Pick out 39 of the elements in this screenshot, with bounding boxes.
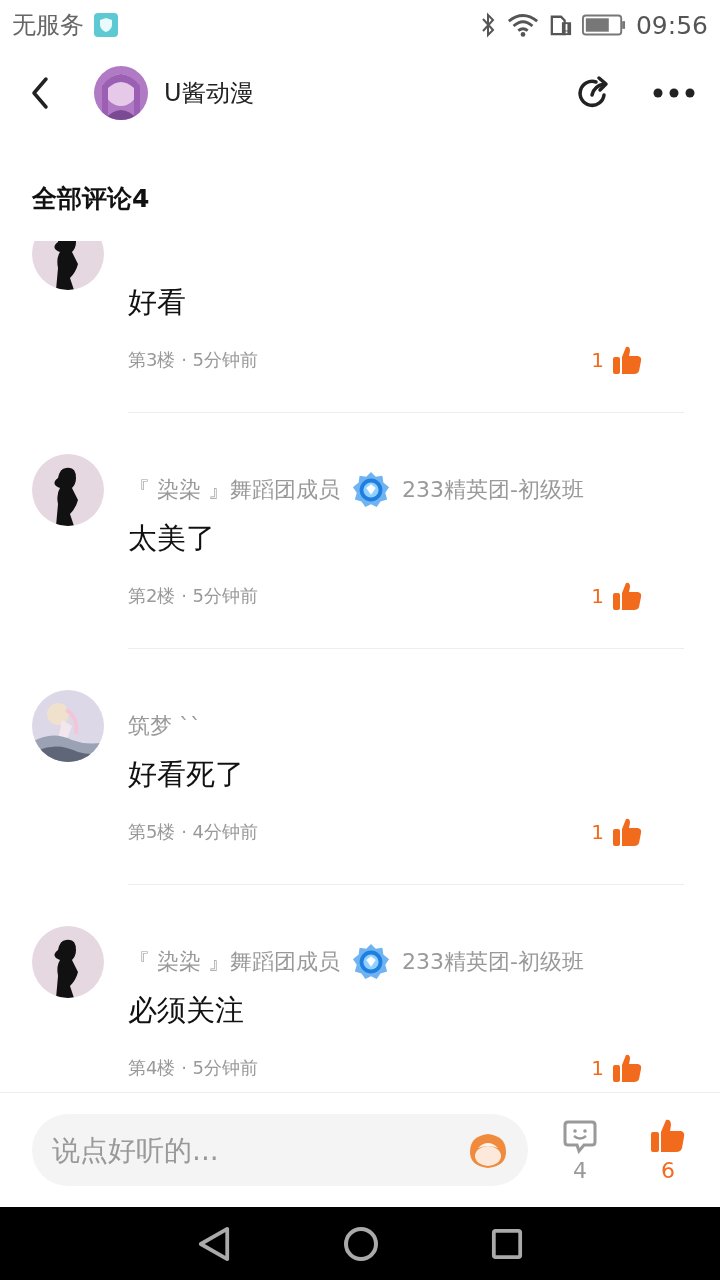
bluetooth-icon xyxy=(479,12,496,38)
back-nav-button[interactable] xyxy=(197,1224,231,1263)
medal-icon xyxy=(352,943,390,981)
like-count-button[interactable]: 6 xyxy=(640,1117,696,1183)
thumbs-up-icon xyxy=(612,1053,642,1083)
floor-time-text: 第5楼 · 4分钟前 xyxy=(128,820,259,844)
like-button[interactable]: 1 xyxy=(591,1053,642,1083)
floor-time-text: 第4楼 · 5分钟前 xyxy=(128,1056,259,1080)
author-name[interactable]: 『 染染 』舞蹈团成员 xyxy=(128,475,340,505)
badge-text: 233精英团-初级班 xyxy=(402,476,584,504)
wifi-icon xyxy=(505,12,540,38)
comment-field[interactable]: 说点好听的... xyxy=(32,1114,528,1186)
floor-time-text: 第3楼 · 5分钟前 xyxy=(128,348,259,372)
section-title: 全部评论4 xyxy=(31,183,151,215)
recents-nav-button[interactable] xyxy=(491,1227,523,1260)
like-button[interactable]: 1 xyxy=(591,345,642,375)
account-name[interactable]: U酱动漫 xyxy=(164,76,254,109)
home-nav-button[interactable] xyxy=(343,1225,379,1262)
shield-icon xyxy=(94,13,118,37)
comment-text: 好看死了 xyxy=(128,756,245,793)
floor-time-text: 第2楼 · 5分钟前 xyxy=(128,584,259,608)
badge-text: 233精英团-初级班 xyxy=(402,948,584,976)
carrier-text: 无服务 xyxy=(12,10,84,41)
like-button[interactable]: 1 xyxy=(591,817,642,847)
comment-input[interactable]: 说点好听的... xyxy=(50,1132,466,1168)
thumbs-up-icon xyxy=(612,581,642,611)
medal-icon xyxy=(352,471,390,509)
like-button[interactable]: 1 xyxy=(591,581,642,611)
battery-icon xyxy=(581,13,626,37)
author-name[interactable]: 『 染染 』舞蹈团成员 xyxy=(128,947,340,977)
author-name[interactable]: 筑梦 `` xyxy=(128,711,201,741)
thumbs-up-icon xyxy=(612,345,642,375)
thumbs-up-icon xyxy=(650,1117,686,1154)
comment-text: 必须关注 xyxy=(128,992,245,1029)
thumbs-up-icon xyxy=(612,817,642,847)
clock-text: 09:56 xyxy=(635,10,708,40)
comment-count-button[interactable]: 4 xyxy=(552,1117,608,1183)
comment-text: 太美了 xyxy=(128,520,216,557)
comment-text: 好看 xyxy=(128,284,187,321)
